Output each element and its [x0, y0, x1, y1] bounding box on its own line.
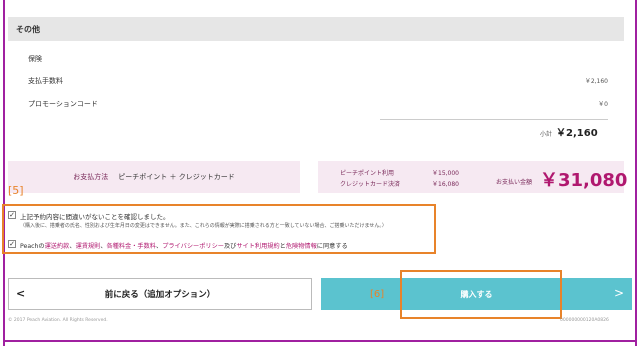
agree-suffix: に同意する: [316, 243, 348, 250]
divider: [380, 119, 608, 120]
payment-method-panel: お支払方法 ピーチポイント ＋ クレジットカード: [8, 161, 300, 193]
agree-and: 及び: [223, 243, 237, 250]
chevron-left-icon: <: [16, 287, 26, 300]
confirm-text: 上記予約内容に間違いがないことを確認しました。: [20, 213, 170, 221]
card-label: クレジットカード決済: [340, 181, 401, 188]
item-value: ￥0: [598, 101, 608, 108]
list-item: 支払手数料 ￥2,160: [28, 76, 608, 86]
section-title: その他: [8, 17, 624, 41]
confirm-note: （購入後に、搭乗者の氏名、性別および生年月日の変更はできません。また、これらの情…: [20, 223, 387, 229]
link-fare-rules[interactable]: 運賃規則: [76, 243, 101, 250]
item-label: 保険: [28, 55, 42, 63]
subtotal: 小計 ￥2,160: [540, 124, 598, 139]
subtotal-label: 小計: [540, 131, 553, 138]
list-item: 保険: [28, 54, 608, 64]
page-frame: その他 保険 支払手数料 ￥2,160 プロモーションコード ￥0 小計 ￥2,…: [0, 0, 640, 346]
purchase-highlight: [400, 270, 562, 319]
link-carriage-terms[interactable]: 運送約款: [45, 243, 70, 250]
item-label: プロモーションコード: [28, 100, 98, 108]
card-value: ￥16,080: [432, 181, 459, 188]
total-value: ￥31,080: [540, 170, 628, 191]
list-item: プロモーションコード ￥0: [28, 99, 608, 109]
confirm-checkbox[interactable]: ✓: [8, 211, 16, 219]
back-button[interactable]: 前に戻る（追加オプション）: [8, 278, 312, 310]
chevron-right-icon: >: [614, 286, 625, 300]
agree-prefix: Peachの: [20, 243, 45, 250]
agree-checkbox[interactable]: ✓: [8, 240, 16, 248]
subtotal-value: ￥2,160: [556, 128, 598, 139]
item-label: 支払手数料: [28, 77, 63, 85]
link-privacy[interactable]: プライバシーポリシー: [162, 243, 224, 250]
link-fees[interactable]: 各種料金・手数料: [107, 243, 157, 250]
agree-text: Peachの運送約款、運賃規則、各種料金・手数料、プライバシーポリシー及びサイト…: [20, 243, 348, 250]
point-label: ピーチポイント利用: [340, 170, 395, 177]
step6-annotation: [6]: [370, 289, 385, 300]
footer-code: 000000000120A0826: [560, 318, 609, 323]
step5-annotation: [5]: [8, 184, 24, 197]
left-border: [3, 0, 5, 346]
payment-method-value: ピーチポイント ＋ クレジットカード: [118, 173, 235, 181]
copyright: © 2017 Peach Aviation. All Rights Reserv…: [8, 318, 108, 323]
payment-total-panel: ピーチポイント利用 ￥15,000 クレジットカード決済 ￥16,080 お支払…: [318, 161, 628, 193]
item-value: ￥2,160: [584, 78, 608, 85]
bottom-border: [3, 340, 637, 342]
link-dangerous-goods[interactable]: 危険物情報: [286, 243, 317, 250]
point-value: ￥15,000: [432, 170, 459, 177]
total-label: お支払い金額: [496, 179, 533, 186]
payment-method-label: お支払方法: [73, 173, 109, 181]
right-border: [635, 0, 637, 346]
link-site-terms[interactable]: サイト利用規約: [236, 243, 279, 250]
